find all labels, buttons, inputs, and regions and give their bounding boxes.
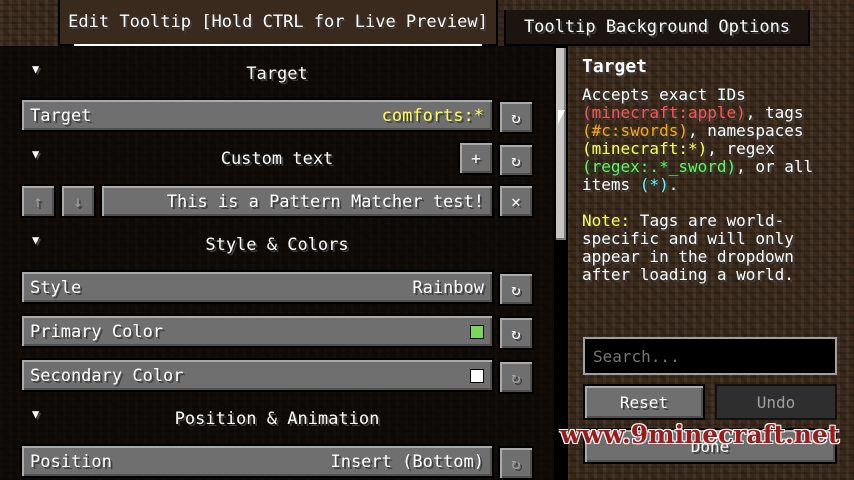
color-swatch bbox=[470, 369, 484, 383]
help-text: , namespaces bbox=[687, 121, 804, 140]
help-text: . bbox=[668, 175, 679, 194]
field-label: Primary Color bbox=[30, 322, 164, 342]
primary-color-field[interactable]: Primary Color bbox=[20, 314, 494, 348]
section-title: Position & Animation bbox=[174, 409, 380, 429]
collapse-icon: ▼ bbox=[32, 233, 40, 247]
undo-button[interactable]: Undo bbox=[715, 384, 837, 420]
reset-target-button[interactable]: ↻ bbox=[498, 100, 534, 134]
button-label: Reset bbox=[619, 392, 669, 412]
example-tag: (#c:swords) bbox=[582, 121, 688, 140]
reset-primary-color-button[interactable]: ↻ bbox=[498, 316, 534, 350]
help-text: , tags bbox=[745, 103, 804, 122]
note-label: Note: bbox=[582, 211, 631, 230]
search-input[interactable] bbox=[583, 337, 837, 375]
collapse-icon: ▼ bbox=[32, 147, 40, 161]
button-label: Undo bbox=[756, 392, 796, 412]
help-text: , regex bbox=[707, 139, 775, 158]
collapse-icon: ▼ bbox=[32, 407, 40, 421]
reset-custom-text-button[interactable]: ↻ bbox=[498, 143, 534, 177]
style-field[interactable]: Style Rainbow bbox=[20, 270, 494, 304]
arrow-down-icon: ↓ bbox=[73, 191, 83, 211]
section-position-animation[interactable]: ▼ Position & Animation bbox=[20, 405, 534, 433]
field-value: Rainbow bbox=[412, 278, 484, 298]
position-field[interactable]: Position Insert (Bottom) bbox=[20, 444, 494, 478]
field-value: This is a Pattern Matcher test! bbox=[166, 192, 484, 212]
remove-line-button[interactable]: ✕ bbox=[498, 184, 534, 218]
add-line-button[interactable]: + bbox=[458, 141, 494, 175]
mouse-cursor-icon bbox=[558, 110, 565, 124]
target-field[interactable]: Target comforts:* bbox=[20, 98, 494, 132]
example-exact-id: (minecraft:apple) bbox=[582, 103, 746, 122]
reset-icon: ↻ bbox=[511, 107, 521, 127]
reset-position-button[interactable]: ↻ bbox=[498, 446, 534, 480]
collapse-icon: ▼ bbox=[32, 62, 40, 76]
help-text: Accepts exact IDs bbox=[582, 85, 746, 104]
custom-text-field[interactable]: This is a Pattern Matcher test! bbox=[100, 184, 494, 218]
secondary-color-field[interactable]: Secondary Color bbox=[20, 358, 494, 392]
section-title: Style & Colors bbox=[205, 235, 349, 255]
watermark: www.9minecraft.net bbox=[560, 420, 840, 449]
help-description: Accepts exact IDs (minecraft:apple), tag… bbox=[582, 86, 850, 284]
field-value: comforts:* bbox=[381, 106, 484, 126]
field-label: Style bbox=[30, 278, 82, 298]
field-label: Position bbox=[30, 452, 112, 472]
example-regex: (regex:.*_sword) bbox=[582, 157, 737, 176]
scrollbar-thumb[interactable] bbox=[556, 48, 566, 240]
field-value: Insert (Bottom) bbox=[330, 452, 484, 472]
section-target[interactable]: ▼ Target bbox=[20, 60, 534, 88]
section-custom-text[interactable]: ▼ Custom text bbox=[20, 145, 534, 173]
reset-icon: ↻ bbox=[511, 323, 521, 343]
field-label: Secondary Color bbox=[30, 366, 184, 386]
example-all-items: (*) bbox=[639, 175, 669, 194]
help-title: Target bbox=[582, 56, 648, 77]
section-title: Custom text bbox=[220, 149, 334, 169]
plus-icon: + bbox=[471, 148, 481, 168]
reset-icon: ↻ bbox=[511, 367, 521, 387]
example-namespace: (minecraft:*) bbox=[582, 139, 708, 158]
tab-background-options[interactable]: Tooltip Background Options bbox=[504, 10, 810, 46]
reset-icon: ↻ bbox=[511, 279, 521, 299]
close-icon: ✕ bbox=[511, 191, 521, 211]
reset-icon: ↻ bbox=[511, 150, 521, 170]
arrow-up-icon: ↑ bbox=[33, 191, 43, 211]
tab-edit-tooltip[interactable]: Edit Tooltip [Hold CTRL for Live Preview… bbox=[58, 0, 498, 46]
color-swatch bbox=[470, 325, 484, 339]
reset-secondary-color-button[interactable]: ↻ bbox=[498, 360, 534, 394]
section-title: Target bbox=[246, 64, 308, 84]
reset-button[interactable]: Reset bbox=[583, 384, 705, 420]
field-label: Target bbox=[30, 106, 92, 126]
move-up-button[interactable]: ↑ bbox=[20, 184, 56, 218]
reset-icon: ↻ bbox=[511, 453, 521, 473]
section-style-colors[interactable]: ▼ Style & Colors bbox=[20, 231, 534, 259]
move-down-button[interactable]: ↓ bbox=[60, 184, 96, 218]
reset-style-button[interactable]: ↻ bbox=[498, 272, 534, 306]
